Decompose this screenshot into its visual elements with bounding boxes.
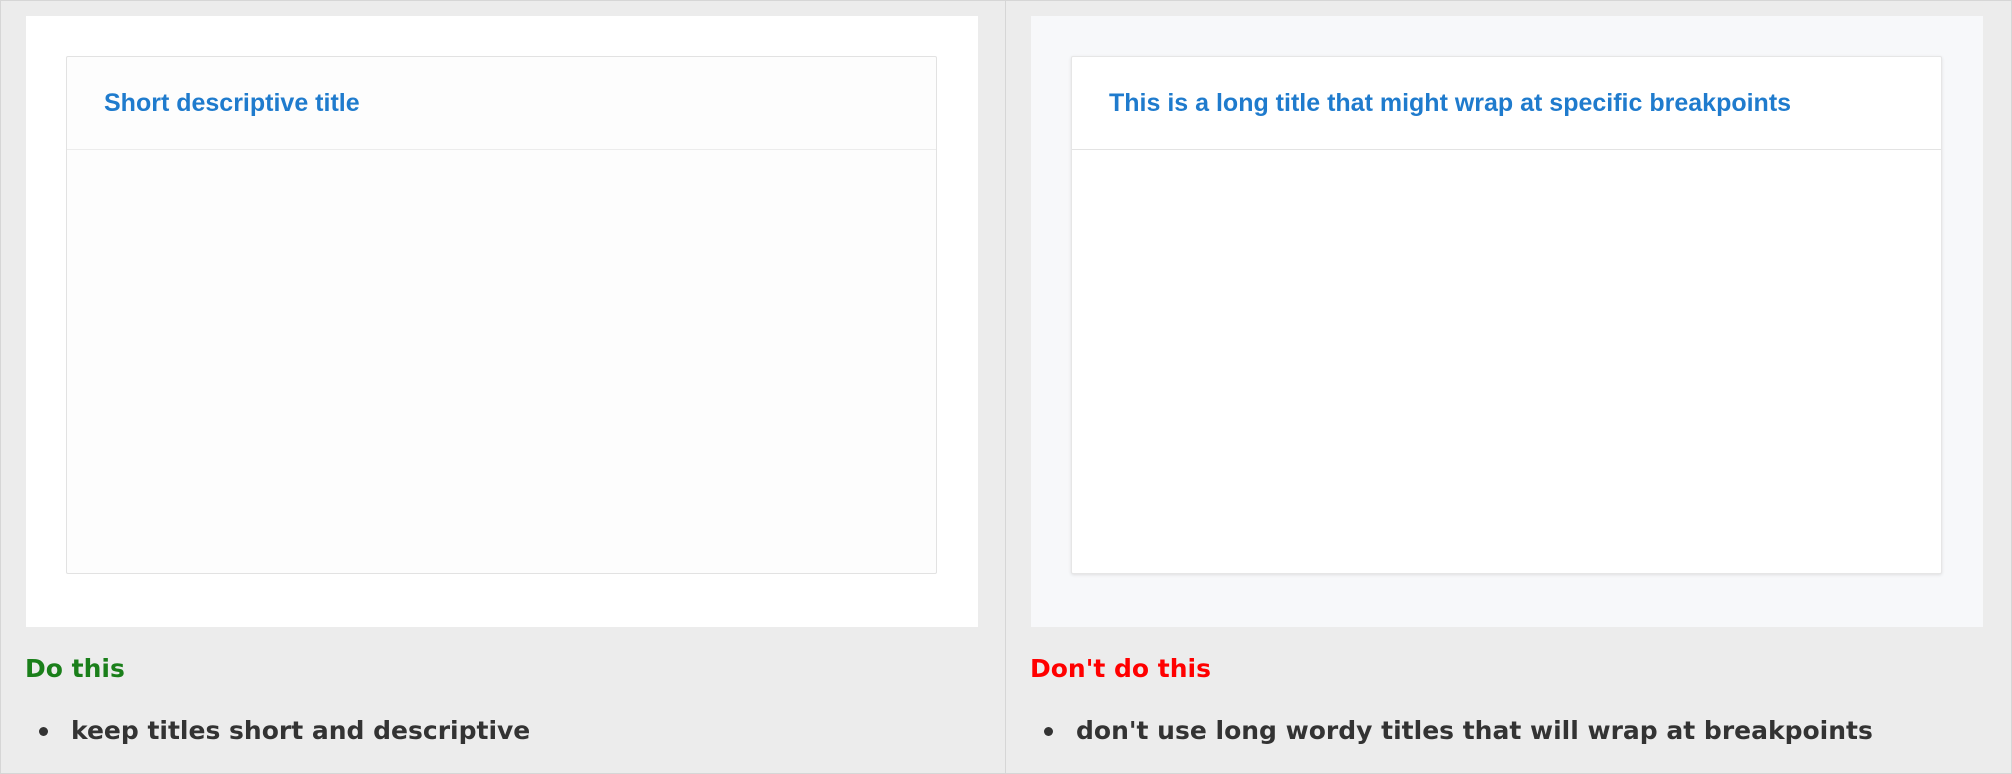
- guideline-text: don't use long wordy titles that will wr…: [1076, 716, 1873, 745]
- do-column: Short descriptive title Do this keep tit…: [1, 1, 1005, 773]
- guideline-item: don't use long wordy titles that will wr…: [1030, 714, 1873, 748]
- card-title: Short descriptive title: [104, 88, 360, 117]
- guideline-text: keep titles short and descriptive: [71, 716, 531, 745]
- card-header: Short descriptive title: [67, 57, 936, 150]
- example-card: Short descriptive title: [66, 56, 937, 574]
- bullet-icon: [1044, 727, 1053, 736]
- do-guideline-list: keep titles short and descriptive: [25, 714, 530, 748]
- do-example-preview: Short descriptive title: [26, 16, 978, 627]
- do-dont-comparison: Short descriptive title Do this keep tit…: [0, 0, 2012, 774]
- dont-guideline-list: don't use long wordy titles that will wr…: [1030, 714, 1873, 748]
- card-header: This is a long title that might wrap at …: [1072, 57, 1941, 150]
- guideline-item: keep titles short and descriptive: [25, 714, 530, 748]
- do-this-heading: Do this: [25, 654, 125, 683]
- card-title: This is a long title that might wrap at …: [1109, 88, 1792, 117]
- dont-do-this-heading: Don't do this: [1030, 654, 1212, 683]
- bullet-icon: [39, 727, 48, 736]
- dont-column: This is a long title that might wrap at …: [1005, 1, 2010, 773]
- dont-example-preview: This is a long title that might wrap at …: [1031, 16, 1983, 627]
- example-card: This is a long title that might wrap at …: [1071, 56, 1942, 574]
